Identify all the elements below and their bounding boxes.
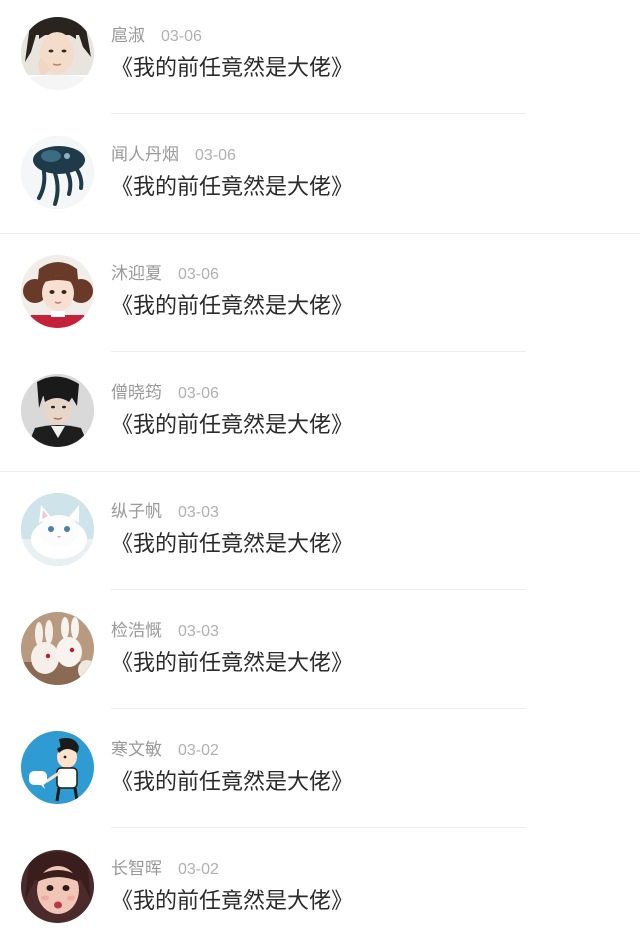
divider <box>0 471 640 472</box>
book-title[interactable]: 《我的前任竟然是大佬》 <box>111 292 353 322</box>
divider <box>0 233 640 234</box>
divider <box>111 351 526 352</box>
white-kitten-icon <box>21 493 94 566</box>
bunny-figurines-icon <box>21 612 94 685</box>
username[interactable]: 长智晖 <box>111 859 162 879</box>
comment-item[interactable]: 沐迎夏 03-06 《我的前任竟然是大佬》 <box>0 238 640 357</box>
divider <box>111 827 526 828</box>
comment-meta: 沐迎夏 03-06 <box>111 262 219 286</box>
book-title[interactable]: 《我的前任竟然是大佬》 <box>111 530 353 560</box>
comment-meta: 长智晖 03-02 <box>111 857 219 881</box>
username[interactable]: 扈淑 <box>111 26 145 46</box>
man-portrait-icon <box>21 374 94 447</box>
comment-date: 03-02 <box>178 742 219 759</box>
divider <box>111 113 526 114</box>
comment-meta: 寒文敏 03-02 <box>111 738 219 762</box>
book-title[interactable]: 《我的前任竟然是大佬》 <box>111 173 353 203</box>
username[interactable]: 检浩慨 <box>111 621 162 641</box>
username[interactable]: 沐迎夏 <box>111 264 162 284</box>
comment-item[interactable]: 僧晓筠 03-06 《我的前任竟然是大佬》 <box>0 357 640 476</box>
comment-feed: 扈淑 03-06 《我的前任竟然是大佬》 闻人丹烟 03-06 《我的前任竟然是大佬… <box>0 0 640 948</box>
avatar[interactable] <box>21 17 94 90</box>
comment-date: 03-06 <box>178 266 219 283</box>
jellyfish-art-icon <box>21 136 94 209</box>
username[interactable]: 纵子帆 <box>111 502 162 522</box>
book-title[interactable]: 《我的前任竟然是大佬》 <box>111 768 353 798</box>
avatar[interactable] <box>21 374 94 447</box>
book-title[interactable]: 《我的前任竟然是大佬》 <box>111 411 353 441</box>
comment-date: 03-06 <box>195 147 236 164</box>
comment-date: 03-03 <box>178 623 219 640</box>
girl-closeup-icon <box>21 850 94 923</box>
cartoon-boy-icon <box>21 731 94 804</box>
comment-item[interactable]: 寒文敏 03-02 《我的前任竟然是大佬》 <box>0 714 640 833</box>
comment-meta: 检浩慨 03-03 <box>111 619 219 643</box>
divider <box>111 589 526 590</box>
book-title[interactable]: 《我的前任竟然是大佬》 <box>111 54 353 84</box>
comment-item[interactable]: 检浩慨 03-03 《我的前任竟然是大佬》 <box>0 595 640 714</box>
comment-date: 03-06 <box>161 28 202 45</box>
comment-date: 03-03 <box>178 504 219 521</box>
book-title[interactable]: 《我的前任竟然是大佬》 <box>111 649 353 679</box>
comment-date: 03-02 <box>178 861 219 878</box>
girl-portrait-icon <box>21 17 94 90</box>
comment-item[interactable]: 长智晖 03-02 《我的前任竟然是大佬》 <box>0 833 640 952</box>
comment-meta: 僧晓筠 03-06 <box>111 381 219 405</box>
comment-item[interactable]: 闻人丹烟 03-06 《我的前任竟然是大佬》 <box>0 119 640 238</box>
avatar[interactable] <box>21 612 94 685</box>
avatar[interactable] <box>21 136 94 209</box>
comment-meta: 纵子帆 03-03 <box>111 500 219 524</box>
avatar[interactable] <box>21 493 94 566</box>
avatar[interactable] <box>21 731 94 804</box>
comment-date: 03-06 <box>178 385 219 402</box>
username[interactable]: 闻人丹烟 <box>111 145 179 165</box>
comment-meta: 闻人丹烟 03-06 <box>111 143 236 167</box>
comment-meta: 扈淑 03-06 <box>111 24 202 48</box>
divider <box>111 708 526 709</box>
avatar[interactable] <box>21 255 94 328</box>
username[interactable]: 寒文敏 <box>111 740 162 760</box>
girl-pigtails-icon <box>21 255 94 328</box>
book-title[interactable]: 《我的前任竟然是大佬》 <box>111 887 353 917</box>
comment-item[interactable]: 扈淑 03-06 《我的前任竟然是大佬》 <box>0 0 640 119</box>
comment-item[interactable]: 纵子帆 03-03 《我的前任竟然是大佬》 <box>0 476 640 595</box>
avatar[interactable] <box>21 850 94 923</box>
username[interactable]: 僧晓筠 <box>111 383 162 403</box>
